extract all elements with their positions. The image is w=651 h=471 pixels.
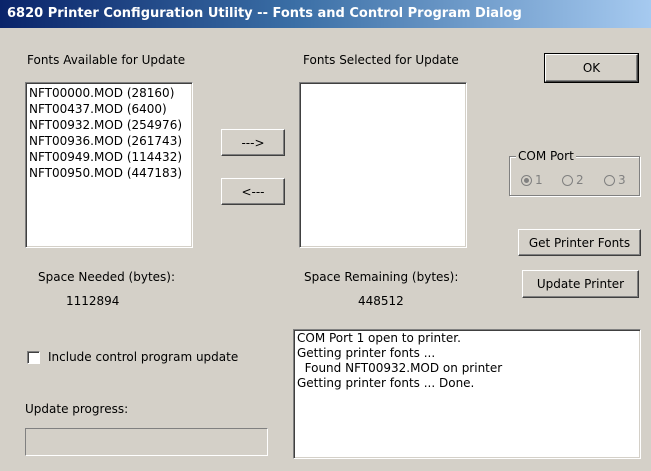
- log-line: COM Port 1 open to printer.: [297, 331, 461, 345]
- window-title: 6820 Printer Configuration Utility -- Fo…: [7, 6, 522, 21]
- update-progress-label: Update progress:: [25, 402, 129, 416]
- update-printer-button[interactable]: Update Printer: [522, 270, 639, 298]
- fonts-selected-list[interactable]: [299, 82, 467, 248]
- font-list-item[interactable]: NFT00949.MOD (114432): [29, 149, 189, 165]
- log-line: Getting printer fonts ...: [297, 346, 436, 360]
- title-bar: 6820 Printer Configuration Utility -- Fo…: [0, 0, 651, 28]
- remove-font-button[interactable]: <---: [221, 178, 285, 205]
- radio-circle-icon: [521, 174, 532, 186]
- log-line: Found NFT00932.MOD on printer: [297, 361, 503, 375]
- radio-circle-icon: [604, 174, 615, 186]
- com-port-radio-label: 2: [576, 173, 584, 187]
- space-needed-value: 1112894: [66, 294, 120, 308]
- space-remaining-label: Space Remaining (bytes):: [304, 270, 459, 284]
- font-list-item[interactable]: NFT00950.MOD (447183): [29, 165, 189, 181]
- com-port-radio-label: 3: [618, 173, 626, 187]
- font-list-item[interactable]: NFT00932.MOD (254976): [29, 117, 189, 133]
- fonts-available-label: Fonts Available for Update: [27, 53, 186, 67]
- font-list-item[interactable]: NFT00936.MOD (261743): [29, 133, 189, 149]
- font-list-item[interactable]: NFT00437.MOD (6400): [29, 101, 189, 117]
- font-list-item[interactable]: NFT00000.MOD (28160): [29, 85, 189, 101]
- com-port-radio-1[interactable]: 1: [521, 173, 543, 187]
- ok-button[interactable]: OK: [544, 53, 639, 83]
- fonts-available-items: NFT00000.MOD (28160) NFT00437.MOD (6400) N…: [29, 85, 189, 181]
- update-progress-bar: [25, 428, 268, 456]
- get-printer-fonts-button[interactable]: Get Printer Fonts: [518, 229, 641, 256]
- com-port-label: COM Port: [516, 149, 576, 163]
- fonts-available-list[interactable]: NFT00000.MOD (28160) NFT00437.MOD (6400) N…: [25, 82, 193, 248]
- log-line: Getting printer fonts ... Done.: [297, 376, 475, 390]
- com-port-radio-2[interactable]: 2: [562, 173, 584, 187]
- com-port-radio-3[interactable]: 3: [604, 173, 626, 187]
- space-remaining-value: 448512: [358, 294, 404, 308]
- status-log[interactable]: COM Port 1 open to printer. Getting print…: [293, 329, 641, 459]
- control-program-checkbox[interactable]: [27, 351, 40, 364]
- control-program-label[interactable]: Include control program update: [48, 350, 238, 364]
- space-needed-label: Space Needed (bytes):: [38, 270, 176, 284]
- status-log-lines: COM Port 1 open to printer. Getting print…: [297, 331, 637, 391]
- radio-circle-icon: [562, 174, 573, 186]
- com-port-radio-label: 1: [535, 173, 543, 187]
- add-font-button[interactable]: --->: [221, 129, 285, 156]
- fonts-selected-label: Fonts Selected for Update: [303, 53, 459, 67]
